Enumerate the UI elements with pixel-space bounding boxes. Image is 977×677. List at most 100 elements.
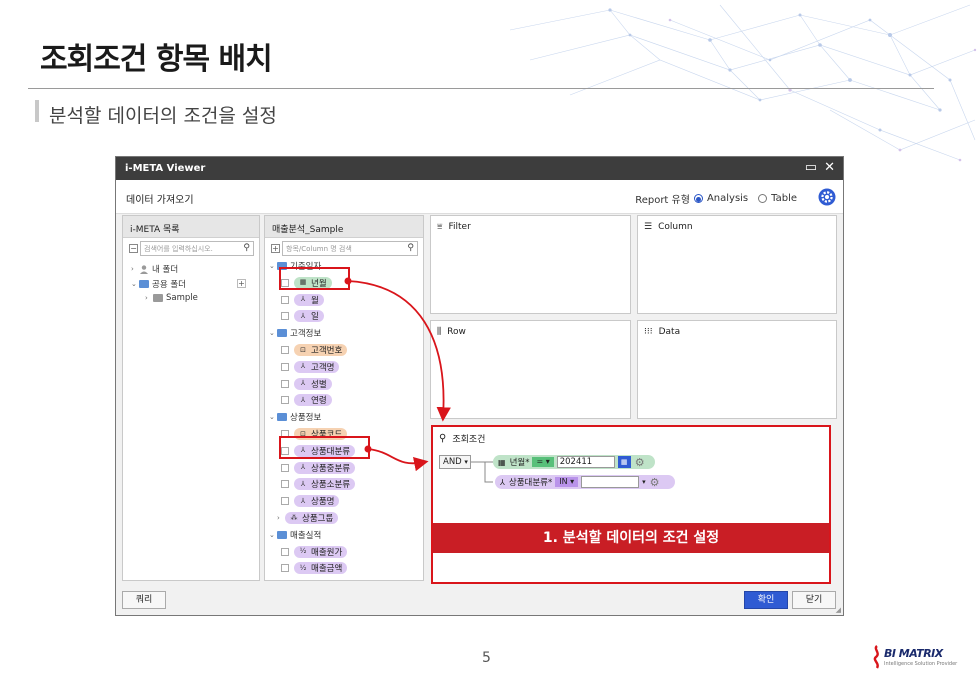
field-chip[interactable]: ½ 매출금액: [294, 562, 348, 575]
radio-analysis[interactable]: [693, 194, 703, 203]
field-chip-label: 성별: [311, 379, 327, 390]
field-chip[interactable]: ⁂ 상품그룹: [285, 512, 339, 524]
chevron-down-icon[interactable]: ⌄: [269, 329, 277, 337]
field-checkbox[interactable]: [281, 547, 289, 556]
gear-icon[interactable]: ⚙: [650, 476, 660, 489]
report-type-label: Report 유형: [635, 195, 690, 206]
field-checkbox[interactable]: [281, 362, 289, 371]
condition-panel[interactable]: ⚲ 조회조건 AND ▾ ▦ 년월* = ▾ 202411 ▦ ⚙ ⅄ 상품대분…: [431, 425, 831, 584]
field-item[interactable]: ⅄ 성별: [281, 377, 332, 390]
network-decoration: [509, 4, 977, 162]
title-divider: [28, 88, 934, 89]
chevron-right-icon[interactable]: ›: [277, 514, 285, 522]
column-zone[interactable]: ☰ Column: [637, 215, 837, 314]
chevron-down-icon[interactable]: ⌄: [269, 531, 277, 539]
field-chip[interactable]: ⅄ 월: [294, 293, 324, 306]
field-group[interactable]: ⌄ 고객정보: [269, 327, 321, 339]
meta-search-input[interactable]: 검색어를 입력하십시오. ⚲: [140, 241, 254, 256]
field-checkbox[interactable]: [281, 564, 289, 573]
field-checkbox[interactable]: [281, 480, 289, 489]
field-chip[interactable]: ⅄ 상품명: [294, 495, 340, 508]
dimension-icon: ⅄: [300, 395, 306, 404]
condition-row-yearmonth[interactable]: ▦ 년월* = ▾ 202411 ▦ ⚙: [493, 455, 655, 469]
tree-item-sample[interactable]: › Sample: [145, 293, 198, 303]
radio-table[interactable]: [758, 194, 768, 203]
key-icon: ⊡: [300, 345, 306, 354]
condition-value-input[interactable]: [581, 476, 640, 488]
settings-gear-icon[interactable]: [818, 188, 836, 206]
query-button[interactable]: 쿼리: [122, 591, 166, 609]
search-icon[interactable]: ⚲: [407, 243, 414, 253]
field-chip[interactable]: ½ 매출원가: [294, 545, 348, 558]
filter-zone[interactable]: ⩸ Filter: [430, 215, 631, 314]
condition-row-category[interactable]: ⅄ 상품대분류* IN ▾ ▾ ⚙: [495, 475, 675, 489]
field-item[interactable]: ½ 매출원가: [281, 545, 348, 558]
operator-dropdown[interactable]: IN ▾: [555, 477, 579, 487]
search-icon: ⚲: [439, 433, 447, 444]
chevron-right-icon[interactable]: ›: [145, 294, 153, 302]
logic-and-dropdown[interactable]: AND ▾: [439, 455, 471, 469]
field-checkbox[interactable]: [281, 497, 289, 506]
field-item[interactable]: ⊡ 고객번호: [281, 344, 348, 356]
field-chip[interactable]: ⅄ 성별: [294, 377, 332, 390]
field-group-label: 상품정보: [290, 413, 322, 424]
maximize-icon[interactable]: ▭: [805, 160, 817, 175]
field-checkbox[interactable]: [281, 396, 289, 405]
field-group[interactable]: ⌄ 상품정보: [269, 411, 321, 423]
dropdown-arrow-icon[interactable]: ▾: [642, 478, 646, 486]
field-checkbox[interactable]: [281, 312, 289, 321]
field-chip[interactable]: ⅄ 상품중분류: [294, 461, 356, 474]
chevron-down-icon[interactable]: ⌄: [269, 262, 277, 270]
brand-mark-icon: [873, 645, 879, 669]
field-item[interactable]: ⅄ 일: [281, 310, 324, 323]
tree-item-my-folder[interactable]: › 내 폴더: [131, 263, 178, 275]
field-checkbox[interactable]: [281, 346, 289, 354]
field-item[interactable]: ½ 매출금액: [281, 562, 348, 575]
close-button[interactable]: 닫기: [792, 591, 836, 609]
field-item[interactable]: ⅄ 고객명: [281, 360, 340, 373]
column-icon: ☰: [644, 222, 653, 232]
field-group-label: 매출실적: [290, 530, 322, 541]
field-item[interactable]: ⅄ 연령: [281, 394, 332, 407]
add-folder-icon[interactable]: +: [237, 279, 246, 288]
gear-icon[interactable]: ⚙: [635, 456, 645, 469]
field-chip-label: 월: [311, 295, 319, 306]
field-chip[interactable]: ⅄ 연령: [294, 394, 332, 407]
field-checkbox[interactable]: [281, 379, 289, 388]
dimension-icon: ⅄: [300, 496, 306, 505]
field-item[interactable]: › ⁂ 상품그룹: [277, 512, 339, 524]
chevron-down-icon[interactable]: ⌄: [269, 413, 277, 421]
field-item[interactable]: ⅄ 상품소분류: [281, 478, 356, 491]
field-group[interactable]: ⌄ 매출실적: [269, 529, 321, 541]
collapse-all-icon[interactable]: −: [129, 244, 138, 253]
field-chip[interactable]: ⅄ 상품소분류: [294, 478, 356, 491]
operator-dropdown[interactable]: = ▾: [532, 457, 554, 467]
field-search-input[interactable]: 항목/Column 명 검색 ⚲: [282, 241, 418, 256]
chevron-right-icon[interactable]: ›: [131, 265, 139, 273]
row-zone[interactable]: ⫼ Row: [430, 320, 631, 419]
tree-item-public-folder[interactable]: ⌄ 공용 폴더: [131, 278, 186, 290]
close-icon[interactable]: ✕: [824, 160, 835, 175]
field-item[interactable]: ⅄ 월: [281, 293, 324, 306]
search-icon[interactable]: ⚲: [243, 243, 250, 253]
expand-all-icon[interactable]: +: [271, 244, 280, 253]
dimension-icon: ⅄: [300, 379, 306, 388]
field-checkbox[interactable]: [281, 295, 289, 304]
dimension-icon: ½: [299, 563, 307, 572]
field-chip-label: 상품중분류: [311, 463, 351, 474]
condition-value-input[interactable]: 202411: [556, 456, 615, 468]
confirm-button[interactable]: 확인: [744, 591, 788, 609]
field-chip[interactable]: ⅄ 고객명: [294, 360, 340, 373]
dimension-icon: ½: [299, 547, 307, 556]
field-chip[interactable]: ⊡ 고객번호: [294, 344, 348, 356]
field-item[interactable]: ⅄ 상품중분류: [281, 461, 356, 474]
window-titlebar: i-META Viewer ▭ ✕: [116, 157, 843, 180]
field-checkbox[interactable]: [281, 463, 289, 472]
calendar-picker-icon[interactable]: ▦: [617, 456, 631, 468]
field-search-placeholder: 항목/Column 명 검색: [286, 245, 352, 253]
resize-grip-icon[interactable]: ◢: [836, 606, 841, 614]
chevron-down-icon[interactable]: ⌄: [131, 280, 139, 288]
field-item[interactable]: ⅄ 상품명: [281, 495, 340, 508]
data-zone[interactable]: ⁝⁝⁝ Data: [637, 320, 837, 419]
field-chip[interactable]: ⅄ 일: [294, 310, 324, 323]
